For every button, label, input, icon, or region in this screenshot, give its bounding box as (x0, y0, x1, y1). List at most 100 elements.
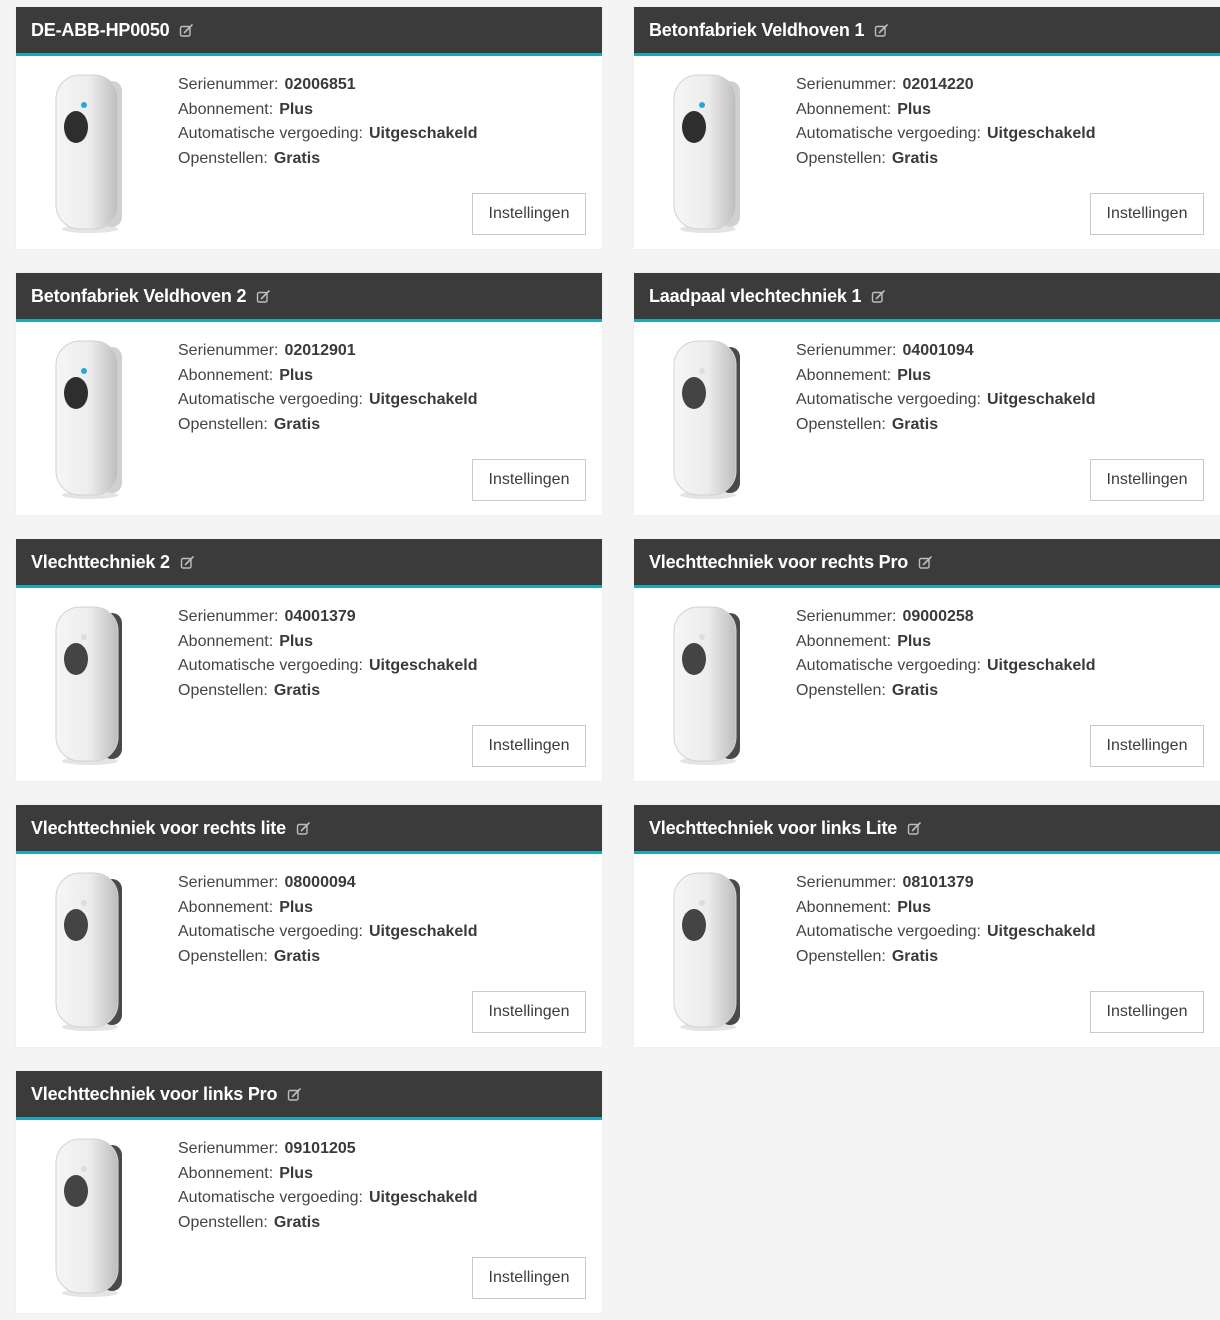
subscription-row: Abonnement: Plus (796, 364, 1095, 389)
availability-value: Gratis (891, 947, 939, 965)
subscription-label: Abonnement: (178, 366, 274, 384)
charger-info: Serienummer: 02006851 Abonnement: Plus Aut… (178, 73, 477, 171)
card-header: DE-ABB-HP0050 (16, 7, 602, 56)
auto-reimbursement-row: Automatische vergoeding: Uitgeschakeld (178, 654, 477, 679)
settings-button[interactable]: Instellingen (1090, 991, 1204, 1033)
edit-icon[interactable] (287, 1087, 302, 1102)
charger-info: Serienummer: 04001379 Abonnement: Plus Aut… (178, 605, 477, 703)
charger-name: Laadpaal vlechtechniek 1 (649, 285, 862, 306)
charger-info: Serienummer: 02012901 Abonnement: Plus Aut… (178, 339, 477, 437)
settings-button[interactable]: Instellingen (472, 459, 586, 501)
availability-label: Openstellen: (178, 415, 268, 433)
subscription-value: Plus (279, 100, 313, 118)
availability-value: Gratis (273, 947, 321, 965)
charger-name: Vlechttechniek voor rechts Pro (649, 551, 909, 572)
serial-row: Serienummer: 02006851 (178, 73, 477, 98)
auto-reimbursement-value: Uitgeschakeld (987, 923, 1096, 940)
availability-label: Openstellen: (178, 149, 268, 167)
availability-row: Openstellen: Gratis (796, 147, 1095, 172)
availability-row: Openstellen: Gratis (796, 679, 1095, 704)
availability-label: Openstellen: (178, 947, 268, 965)
charger-name: Vlechttechniek voor links Pro (31, 1083, 278, 1104)
charger-card-6: Vlechttechniek voor rechts Pro Serienumm… (634, 539, 1220, 781)
card-header: Laadpaal vlechtechniek 1 (634, 273, 1220, 322)
serial-label: Serienummer: (796, 608, 897, 625)
edit-icon[interactable] (256, 289, 271, 304)
availability-value: Gratis (891, 681, 939, 699)
charger-icon (668, 869, 748, 1033)
auto-reimbursement-value: Uitgeschakeld (369, 125, 478, 142)
auto-reimbursement-row: Automatische vergoeding: Uitgeschakeld (178, 1186, 477, 1211)
charger-name: Betonfabriek Veldhoven 1 (649, 19, 865, 40)
subscription-row: Abonnement: Plus (178, 1162, 477, 1187)
subscription-label: Abonnement: (178, 632, 274, 650)
subscription-row: Abonnement: Plus (178, 364, 477, 389)
serial-value: 04001379 (284, 608, 356, 625)
subscription-value: Plus (897, 632, 931, 650)
charger-icon (668, 603, 748, 767)
edit-icon[interactable] (180, 555, 195, 570)
card-header: Vlechttechniek voor rechts Pro (634, 539, 1220, 588)
serial-row: Serienummer: 04001379 (178, 605, 477, 630)
availability-value: Gratis (891, 415, 939, 433)
auto-reimbursement-row: Automatische vergoeding: Uitgeschakeld (178, 388, 477, 413)
subscription-value: Plus (897, 100, 931, 118)
charger-name: Vlechttechniek voor rechts lite (31, 817, 286, 838)
charger-icon (668, 337, 748, 501)
edit-icon[interactable] (907, 821, 922, 836)
card-header: Vlechttechniek voor links Lite (634, 805, 1220, 854)
settings-button[interactable]: Instellingen (1090, 725, 1204, 767)
charger-grid: DE-ABB-HP0050 Serienummer: 02006851 Abon… (16, 7, 1220, 1313)
card-header: Betonfabriek Veldhoven 1 (634, 7, 1220, 56)
edit-icon[interactable] (296, 821, 311, 836)
auto-reimbursement-label: Automatische vergoeding: (178, 1189, 363, 1206)
charger-info: Serienummer: 09101205 Abonnement: Plus Aut… (178, 1137, 477, 1235)
subscription-label: Abonnement: (796, 898, 892, 916)
serial-row: Serienummer: 04001094 (796, 339, 1095, 364)
availability-row: Openstellen: Gratis (796, 945, 1095, 970)
auto-reimbursement-row: Automatische vergoeding: Uitgeschakeld (796, 654, 1095, 679)
subscription-value: Plus (279, 632, 313, 650)
charger-info: Serienummer: 02014220 Abonnement: Plus Aut… (796, 73, 1095, 171)
serial-value: 08000094 (284, 874, 356, 891)
serial-row: Serienummer: 09000258 (796, 605, 1095, 630)
auto-reimbursement-row: Automatische vergoeding: Uitgeschakeld (178, 920, 477, 945)
auto-reimbursement-value: Uitgeschakeld (987, 391, 1096, 408)
serial-value: 02012901 (284, 342, 356, 359)
availability-label: Openstellen: (796, 681, 886, 699)
settings-button[interactable]: Instellingen (1090, 459, 1204, 501)
auto-reimbursement-label: Automatische vergoeding: (178, 391, 363, 408)
serial-row: Serienummer: 08000094 (178, 871, 477, 896)
charger-card-8: Vlechttechniek voor links Lite Serienumm… (634, 805, 1220, 1047)
auto-reimbursement-label: Automatische vergoeding: (178, 125, 363, 142)
serial-label: Serienummer: (178, 1140, 279, 1157)
edit-icon[interactable] (179, 23, 194, 38)
auto-reimbursement-row: Automatische vergoeding: Uitgeschakeld (796, 388, 1095, 413)
availability-value: Gratis (891, 149, 939, 167)
edit-icon[interactable] (874, 23, 889, 38)
serial-value: 09101205 (284, 1140, 356, 1157)
auto-reimbursement-label: Automatische vergoeding: (178, 923, 363, 940)
availability-row: Openstellen: Gratis (178, 679, 477, 704)
subscription-label: Abonnement: (796, 100, 892, 118)
card-header: Vlechttechniek 2 (16, 539, 602, 588)
charger-icon (50, 869, 130, 1033)
subscription-label: Abonnement: (796, 632, 892, 650)
edit-icon[interactable] (871, 289, 886, 304)
subscription-row: Abonnement: Plus (796, 896, 1095, 921)
settings-button[interactable]: Instellingen (472, 725, 586, 767)
settings-button[interactable]: Instellingen (1090, 193, 1204, 235)
charger-icon (50, 1135, 130, 1299)
serial-row: Serienummer: 08101379 (796, 871, 1095, 896)
auto-reimbursement-value: Uitgeschakeld (987, 125, 1096, 142)
edit-icon[interactable] (918, 555, 933, 570)
settings-button[interactable]: Instellingen (472, 193, 586, 235)
availability-label: Openstellen: (796, 947, 886, 965)
charger-with-blue-led-icon (50, 71, 130, 235)
serial-label: Serienummer: (796, 342, 897, 359)
settings-button[interactable]: Instellingen (472, 991, 586, 1033)
serial-value: 04001094 (902, 342, 974, 359)
settings-button[interactable]: Instellingen (472, 1257, 586, 1299)
auto-reimbursement-row: Automatische vergoeding: Uitgeschakeld (178, 122, 477, 147)
subscription-row: Abonnement: Plus (178, 98, 477, 123)
